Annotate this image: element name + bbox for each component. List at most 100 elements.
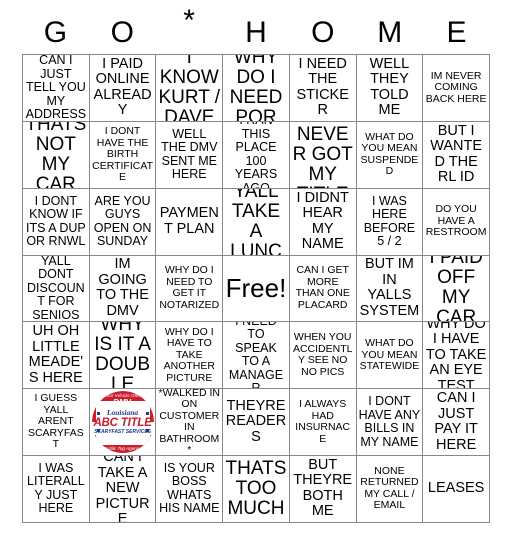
bingo-cell-text: I PAID ONLINE ALREADY — [93, 55, 152, 119]
bingo-cell[interactable]: PAYMENT PLAN — [156, 188, 224, 256]
bingo-cell[interactable]: I GUESS YALL ARENT SCARYFAST — [23, 389, 90, 457]
bingo-cell[interactable]: I NEED TO SPEAK TO A MANAGER — [223, 322, 290, 390]
bingo-cell-text: Free! — [225, 273, 287, 304]
bingo-cell[interactable]: IM GOING TO THE DMV — [89, 255, 157, 323]
bingo-cell-text: THEYRE READERS — [225, 397, 287, 445]
bingo-cell[interactable]: CAN I JUST PAY IT HERE — [423, 389, 490, 457]
bingo-cell-text: *WALKED IN ON CUSTOMER IN BATHROOM* — [158, 389, 221, 457]
bingo-cell-text: CAN I JUST PAY IT HERE — [434, 390, 478, 453]
bingo-cell[interactable]: I PAID ONLINE ALREADY — [89, 55, 157, 122]
bingo-cell[interactable]: DO YOU HAVE A RESTROOM — [423, 188, 490, 256]
bingo-cell-text: I DONT KNOW IF ITS A DUP OR RNWL — [25, 193, 86, 249]
logo-pta-text: PTA — [115, 435, 130, 445]
bingo-cell-text: I WAS LITERALLY JUST HERE — [27, 460, 85, 516]
bingo-cell[interactable]: BUT IM IN YALLS SYSTEM — [356, 255, 424, 323]
bingo-header-row: G O * H O M E — [22, 0, 490, 54]
bingo-header-letter-2: * — [183, 4, 195, 37]
bingo-cell-text: PAYMENT PLAN — [159, 205, 219, 237]
bingo-grid: CAN I JUST TELL YOU MY ADDRESS I PAID ONL… — [22, 54, 490, 523]
bingo-cell[interactable]: I ALWAYS HAD INSURNACE — [289, 389, 357, 457]
bingo-cell-text: WHY DO I HAVE TO TAKE AN EYE TEST — [425, 322, 487, 390]
bingo-cell[interactable]: BUT I WANTED THE RL ID — [423, 121, 490, 189]
bingo-cell[interactable]: WHY DO I HAVE TO TAKE ANOTHER PICTURE — [156, 322, 224, 390]
bingo-cell[interactable]: IS YOUR BOSS WHATS HIS NAME — [156, 456, 224, 523]
bingo-cell-text: DO YOU HAVE A RESTROOM — [425, 203, 487, 239]
bingo-header-letter-3: H — [245, 16, 267, 49]
abc-title-logo: Motor Vehicle Office DMV Louisiana ABC TITL… — [89, 389, 156, 456]
bingo-cell-text: I DONT HAVE THE BIRTH CERTIFICATE — [92, 125, 153, 184]
bingo-cell[interactable]: YALL DONT DISCOUNT FOR SENIOS — [23, 255, 90, 323]
bingo-cell-text: WHEN YOU ACCIDENTLY SEE NO NO PICS — [292, 331, 353, 378]
bingo-cell-text: BUT IM IN YALLS SYSTEM — [359, 256, 420, 319]
bingo-cell[interactable]: NONE RETURNED MY CALL / EMAIL — [356, 456, 424, 523]
bingo-cell[interactable]: WHY DO I NEED POR — [223, 55, 290, 122]
bingo-cell-text: I NEED THE STICKER — [296, 55, 349, 119]
bingo-cell[interactable]: I DONT HAVE ANY BILLS IN MY NAME — [356, 389, 424, 457]
bingo-cell-text: IM NEVER COMING BACK HERE — [425, 69, 487, 105]
bingo-cell[interactable]: WHEN YOU ACCIDENTLY SEE NO NO PICS — [289, 322, 357, 390]
bingo-cell-text: WHY DO I NEED POR — [229, 55, 283, 122]
bingo-cell[interactable]: WHAT DO YOU MEAN SUSPENDED — [356, 121, 424, 189]
bingo-cell-text: ARE YOU GUYS OPEN ON SUNDAY — [93, 193, 152, 249]
logo-dmv-text: DMV — [113, 398, 132, 408]
bingo-cell[interactable]: WELL THE DMV SENT ME HERE — [156, 121, 224, 189]
bingo-cell[interactable]: THATS NOT MY CAR — [23, 121, 90, 189]
bingo-cell[interactable]: WHY DO I HAVE TO TAKE AN EYE TEST — [423, 322, 490, 390]
bingo-cell-text: WHAT DO YOU MEAN SUSPENDED — [360, 130, 419, 178]
bingo-cell-text: I ALWAYS HAD INSURNACE — [295, 398, 351, 445]
bingo-cell-text: WHAT DO YOU MEAN STATEWIDE — [359, 337, 420, 373]
bingo-cell[interactable]: WHY IS IT A DOUBLE — [89, 322, 157, 390]
logo-agency-text: Public Tag Agency — [103, 446, 142, 452]
bingo-cell-free-space[interactable]: Free! — [223, 255, 290, 323]
bingo-cell[interactable]: WHAT DO YOU MEAN STATEWIDE — [356, 322, 424, 390]
bingo-cell[interactable]: I DONT HAVE THE BIRTH CERTIFICATE — [89, 121, 157, 189]
bingo-cell-text: I RAN THIS PLACE 100 YEARS AGO — [234, 122, 278, 189]
bingo-cell-text: NONE RETURNED MY CALL / EMAIL — [360, 464, 419, 512]
bingo-cell[interactable]: THEYRE READERS — [223, 389, 290, 457]
bingo-cell-text: I PAID OFF MY CAR — [429, 255, 483, 323]
bingo-cell[interactable]: I PAID OFF MY CAR — [423, 255, 490, 323]
bingo-cell[interactable]: I RAN THIS PLACE 100 YEARS AGO — [223, 121, 290, 189]
bingo-cell[interactable]: *WALKED IN ON CUSTOMER IN BATHROOM* — [156, 389, 224, 457]
bingo-cell-text: IM GOING TO THE DMV — [96, 256, 149, 319]
bingo-cell[interactable]: WELL THEY TOLD ME — [356, 55, 424, 122]
bingo-cell[interactable]: I NEVER GOT MY TITLE — [289, 121, 357, 189]
bingo-cell[interactable]: CAN I TAKE A NEW PICTURE — [89, 456, 157, 523]
bingo-cell-text: CAN I JUST TELL YOU MY ADDRESS — [25, 55, 87, 122]
bingo-cell-text: LEASES — [427, 480, 485, 497]
bingo-cell[interactable]: CAN I JUST TELL YOU MY ADDRESS — [23, 55, 90, 122]
bingo-cell-text: I NEED TO SPEAK TO A MANAGER — [228, 322, 284, 390]
bingo-cell[interactable]: LEASES — [423, 456, 490, 523]
bingo-cell-logo[interactable]: Motor Vehicle Office DMV Louisiana ABC TITL… — [89, 389, 157, 457]
bingo-header-letter-6: E — [446, 16, 467, 49]
bingo-cell[interactable]: IM NEVER COMING BACK HERE — [423, 55, 490, 122]
bingo-cell[interactable]: WHY DO I NEED TO GET IT NOTARIZED — [156, 255, 224, 323]
bingo-cell[interactable]: THATS TOO MUCH — [223, 456, 290, 523]
bingo-cell[interactable]: I DONT KNOW IF ITS A DUP OR RNWL — [23, 188, 90, 256]
bingo-cell[interactable]: I DIDNT HEAR MY NAME — [289, 188, 357, 256]
bingo-header-letter-4: O — [311, 16, 335, 49]
bingo-cell[interactable]: I WAS HERE BEFORE 5 / 2 — [356, 188, 424, 256]
bingo-cell-text: CAN I GET MORE THAN ONE PLACARD — [295, 264, 350, 311]
logo-state-text: Louisiana — [106, 408, 139, 418]
bingo-cell-text: I DIDNT HEAR MY NAME — [296, 189, 349, 253]
bingo-cell-text: THATS TOO MUCH — [225, 457, 287, 519]
bingo-cell[interactable]: UH OH LITTLE MEADE'S HERE — [23, 322, 90, 390]
bingo-cell-text: WHY IS IT A DOUBLE — [94, 322, 151, 390]
bingo-cell-text: I GUESS YALL ARENT SCARYFAST — [27, 392, 84, 451]
bingo-cell-text: DO YALL TAKE A LUNCH — [230, 188, 282, 256]
bingo-cell-text: WHY DO I NEED TO GET IT NOTARIZED — [159, 264, 220, 311]
bingo-cell[interactable]: CAN I GET MORE THAN ONE PLACARD — [289, 255, 357, 323]
bingo-header-letter-1: O — [110, 16, 134, 49]
bingo-cell-text: UH OH LITTLE MEADE'S HERE — [28, 323, 84, 386]
bingo-cell[interactable]: ARE YOU GUYS OPEN ON SUNDAY — [89, 188, 157, 256]
bingo-cell[interactable]: I WAS LITERALLY JUST HERE — [23, 456, 90, 523]
bingo-cell-text: YALL DONT DISCOUNT FOR SENIOS — [27, 255, 85, 322]
bingo-cell-text: I NEVER GOT MY TITLE — [292, 122, 353, 188]
bingo-cell[interactable]: I NEED THE STICKER — [289, 55, 357, 122]
bingo-header-letter-0: G — [43, 16, 68, 49]
bingo-cell[interactable]: I KNOW KURT / DAVE — [156, 55, 224, 122]
bingo-cell[interactable]: BUT THEYRE BOTH ME — [289, 456, 357, 523]
bingo-cell[interactable]: DO YALL TAKE A LUNCH — [223, 188, 290, 256]
logo-title-text: ABC TITLE — [93, 417, 152, 430]
